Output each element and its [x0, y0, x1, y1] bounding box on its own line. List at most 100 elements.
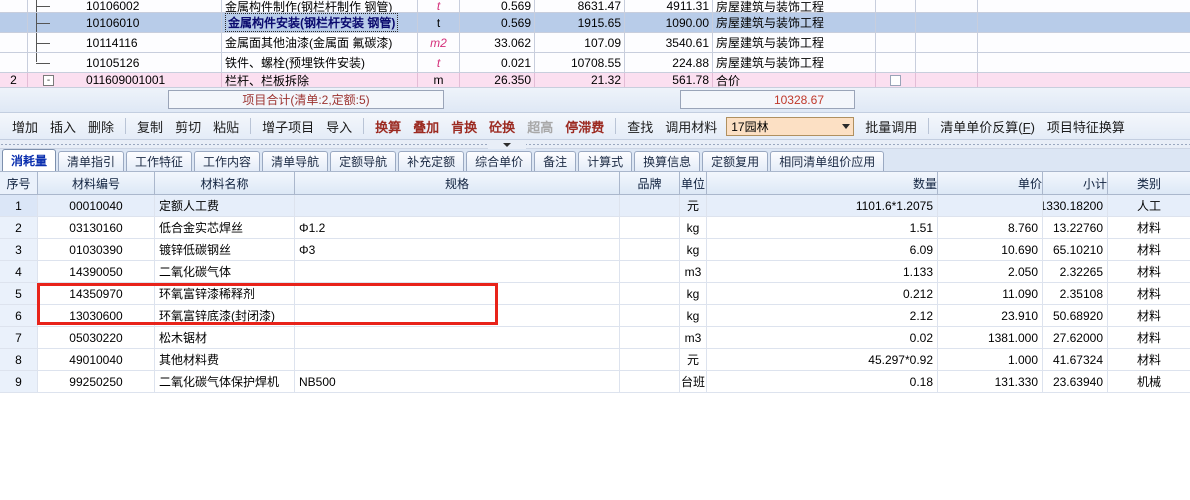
cell-material-code[interactable]: 14390050	[38, 261, 155, 282]
cell-material-name[interactable]: 低合金实芯焊丝	[155, 217, 295, 238]
tab-消耗量[interactable]: 消耗量	[2, 149, 57, 171]
cell-material-code[interactable]: 05030220	[38, 327, 155, 348]
cell-brand[interactable]	[620, 327, 680, 348]
cell-specification[interactable]	[295, 349, 620, 370]
toolbar-button-肯换[interactable]: 肯换	[445, 115, 483, 138]
cell-material-code[interactable]: 99250250	[38, 371, 155, 392]
tab-相同清单组价应用[interactable]: 相同清单组价应用	[770, 151, 885, 171]
cell-quantity[interactable]: 6.09	[707, 239, 938, 260]
cell-material-name[interactable]: 二氧化碳气体	[155, 261, 295, 282]
toolbar-button-插入[interactable]: 插入	[44, 115, 82, 138]
cell-subtotal[interactable]: 2.35108	[1043, 283, 1108, 304]
tab-定额复用[interactable]: 定额复用	[702, 151, 769, 171]
cell-category[interactable]: 机械	[1108, 371, 1190, 392]
cell-index[interactable]: 4	[0, 261, 38, 282]
cell-quantity[interactable]: 1.133	[707, 261, 938, 282]
cell-material-code[interactable]: 14350970	[38, 283, 155, 304]
cell-material-name[interactable]: 松木锯材	[155, 327, 295, 348]
column-header-material-name[interactable]: 材料名称	[155, 172, 295, 194]
collapse-icon[interactable]: -	[43, 74, 54, 86]
cell-material-code[interactable]: 13030600	[38, 305, 155, 326]
cell-index[interactable]: 2	[0, 217, 38, 238]
cell-category[interactable]: 材料	[1108, 305, 1190, 326]
cell-unit[interactable]: m3	[680, 261, 707, 282]
tab-定额导航[interactable]: 定额导航	[330, 151, 397, 171]
table-row[interactable]: 6 13030600 环氧富锌底漆(封闭漆) kg 2.12 23.910 50.68920…	[0, 305, 1190, 327]
cell-unit-price[interactable]: 131.330	[938, 371, 1043, 392]
column-header-unit-price[interactable]: 单价	[938, 172, 1043, 194]
chevron-down-icon[interactable]	[842, 124, 851, 129]
cell-material-name[interactable]: 环氧富锌漆稀释剂	[155, 283, 295, 304]
cell-brand[interactable]	[620, 195, 680, 216]
toolbar-button-调用材料[interactable]: 调用材料	[659, 115, 723, 138]
column-header-category[interactable]: 类别	[1108, 172, 1190, 194]
cell-subtotal[interactable]: 27.62000	[1043, 327, 1108, 348]
cell-category[interactable]: 材料	[1108, 239, 1190, 260]
splitter-collapse-button[interactable]	[488, 140, 526, 149]
cell-quantity[interactable]: 45.297*0.92	[707, 349, 938, 370]
material-library-select[interactable]: 17园林	[726, 116, 855, 136]
cell-unit-price[interactable]	[938, 195, 1043, 216]
table-row[interactable]: 9 99250250 二氧化碳气体保护焊机 NB500 台班 0.18 131.330 23.…	[0, 371, 1190, 393]
table-row[interactable]: 3 01030390 镀锌低碳钢丝 Φ3 kg 6.09 10.690 65.10210 材料	[0, 239, 1190, 261]
tree-indent[interactable]	[28, 0, 83, 12]
estimate-grid[interactable]: 10106002 金属构件制作(钢栏杆制作 钢管) t 0.569 8631.47 491…	[0, 0, 1190, 88]
tab-补充定额[interactable]: 补充定额	[398, 151, 465, 171]
cell-unit-price[interactable]: 11.090	[938, 283, 1043, 304]
tree-indent[interactable]: -	[28, 73, 83, 87]
cell-unit-price[interactable]: 8.760	[938, 217, 1043, 238]
column-header-subtotal[interactable]: 小计	[1043, 172, 1108, 194]
toolbar-button-粘贴[interactable]: 粘贴	[207, 115, 245, 138]
material-consumption-table[interactable]: 序号 材料编号 材料名称 规格 品牌 单位 数量 单价 小计 类别 1 00010040 定额人工费元…	[0, 171, 1190, 393]
cell-material-code[interactable]: 03130160	[38, 217, 155, 238]
cell-brand[interactable]	[620, 283, 680, 304]
column-header-specification[interactable]: 规格	[295, 172, 620, 194]
cell-specification[interactable]	[295, 283, 620, 304]
toolbar-button-查找[interactable]: 查找	[621, 115, 659, 138]
toolbar-button-砼换[interactable]: 砼换	[483, 115, 521, 138]
cell-quantity[interactable]: 0.212	[707, 283, 938, 304]
cell-subtotal[interactable]: 41.67324	[1043, 349, 1108, 370]
cell-unit[interactable]: kg	[680, 283, 707, 304]
cell-material-code[interactable]: 00010040	[38, 195, 155, 216]
cell-material-name[interactable]: 其他材料费	[155, 349, 295, 370]
cell-quantity[interactable]: 1101.6*1.2075	[707, 195, 938, 216]
cell-unit-price[interactable]: 2.050	[938, 261, 1043, 282]
cell-specification[interactable]: NB500	[295, 371, 620, 392]
cell-brand[interactable]	[620, 305, 680, 326]
cell-specification[interactable]: Φ1.2	[295, 217, 620, 238]
tree-indent[interactable]	[28, 13, 83, 32]
cell-unit[interactable]: 元	[680, 195, 707, 216]
cell-specification[interactable]	[295, 305, 620, 326]
cell-material-name[interactable]: 镀锌低碳钢丝	[155, 239, 295, 260]
column-header-unit[interactable]: 单位	[680, 172, 707, 194]
table-row[interactable]: 5 14350970 环氧富锌漆稀释剂 kg 0.212 11.090 2.35108 材料	[0, 283, 1190, 305]
cell-quantity[interactable]: 0.18	[707, 371, 938, 392]
toolbar-button-增子项目[interactable]: 增子项目	[256, 115, 320, 138]
toolbar-button-删除[interactable]: 删除	[82, 115, 120, 138]
tree-indent[interactable]	[28, 33, 83, 52]
cell-subtotal[interactable]: 50.68920	[1043, 305, 1108, 326]
toolbar-button-换算[interactable]: 换算	[369, 115, 407, 138]
table-row[interactable]: 7 05030220 松木锯材 m3 0.02 1381.000 27.62000 材料	[0, 327, 1190, 349]
cell-category[interactable]: 材料	[1108, 327, 1190, 348]
column-header-material-code[interactable]: 材料编号	[38, 172, 155, 194]
cell-unit-price[interactable]: 10.690	[938, 239, 1043, 260]
cell-brand[interactable]	[620, 239, 680, 260]
cell-brand[interactable]	[620, 371, 680, 392]
toolbar-button-复制[interactable]: 复制	[131, 115, 169, 138]
cell-material-name[interactable]: 二氧化碳气体保护焊机	[155, 371, 295, 392]
toolbar-button-清单单价反算(F)[interactable]: 清单单价反算(F)	[934, 115, 1041, 138]
tab-清单指引[interactable]: 清单指引	[58, 151, 125, 171]
column-header-brand[interactable]: 品牌	[620, 172, 680, 194]
table-row[interactable]: 1 00010040 定额人工费 元 1101.6*1.2075 1330.18200 人工	[0, 195, 1190, 217]
cell-specification[interactable]	[295, 327, 620, 348]
toolbar-button-导入[interactable]: 导入	[320, 115, 358, 138]
main-toolbar[interactable]: 增加 插入 删除 复制 剪切 粘贴 增子项目 导入 换算 叠加 肯换 砼换 超高 停滞费 查找 调用材料 17园…	[0, 112, 1190, 140]
estimate-row[interactable]: 2 - 011609001001 栏杆、栏板拆除 m 26.350 21.32 561.78 合…	[0, 73, 1190, 88]
cell-index[interactable]: 8	[0, 349, 38, 370]
cell-subtotal[interactable]: 65.10210	[1043, 239, 1108, 260]
cell-quantity[interactable]: 1.51	[707, 217, 938, 238]
cell-unit[interactable]: 元	[680, 349, 707, 370]
cell-quantity[interactable]: 2.12	[707, 305, 938, 326]
